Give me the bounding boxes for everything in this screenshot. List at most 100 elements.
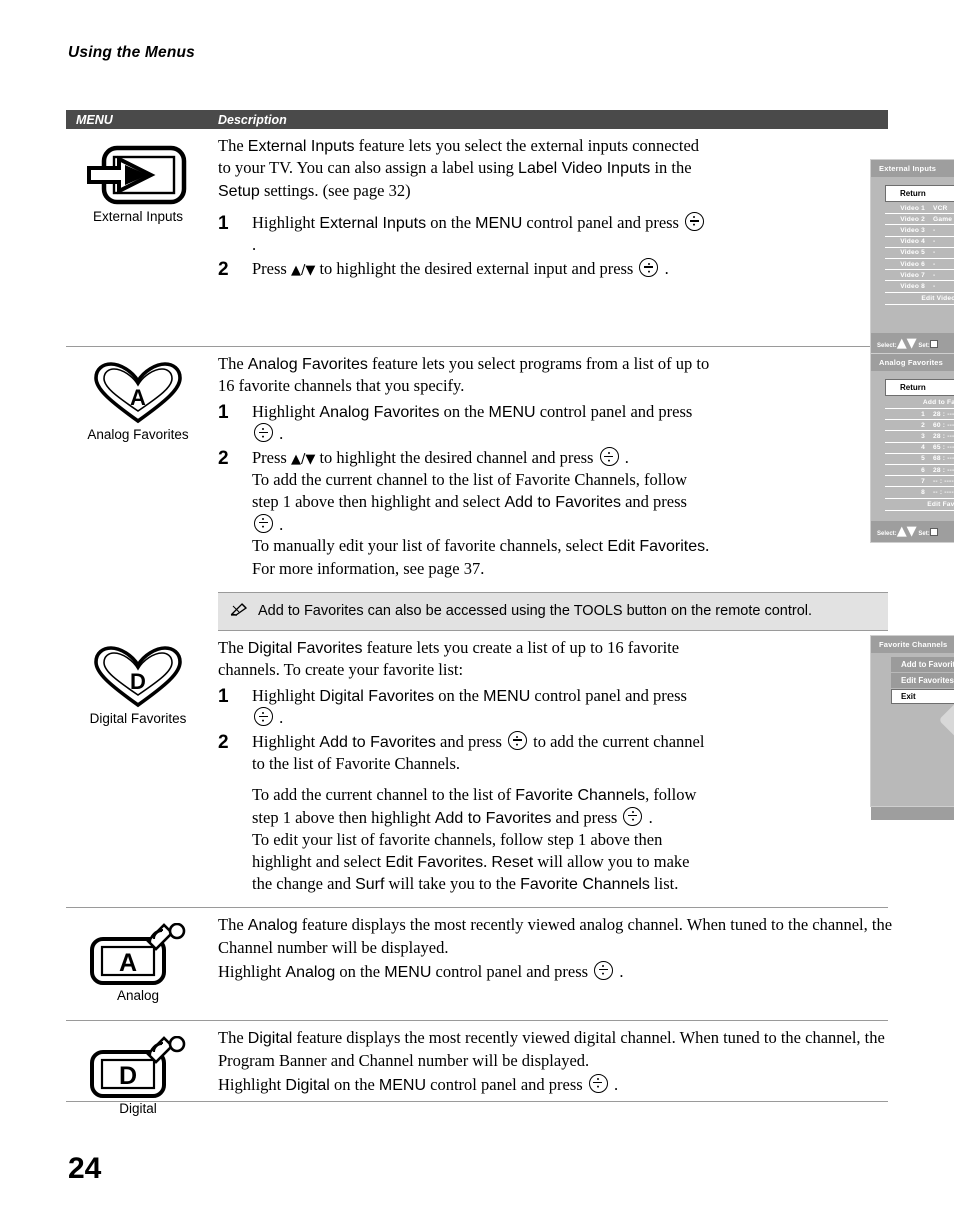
osd-item-value: - (933, 226, 936, 234)
step-list: 1 Highlight Analog Favorites on the MENU… (218, 401, 710, 579)
body-text: . (275, 424, 284, 444)
description-cell: The Digital Favorites feature lets you c… (218, 631, 954, 908)
body-text: Highlight (252, 402, 320, 422)
osd-channel-index: 3 (921, 432, 925, 440)
osd-option-exit[interactable]: Exit (891, 688, 954, 704)
osd-list-item[interactable]: Video 4 - (885, 237, 954, 248)
osd-item-value: Game (933, 215, 953, 223)
osd-add-to-favorites[interactable]: Add to Favorites (885, 397, 954, 409)
osd-set-glyph (929, 339, 938, 348)
menu-caption: Digital Favorites (89, 710, 187, 726)
osd-channel-row[interactable]: 7 -- : ----- (885, 476, 954, 488)
body-text: To manually edit your list of favorite c… (252, 536, 608, 556)
osd-arrow-glyphs: ▲▼ (896, 335, 917, 351)
osd-item-label: Video 4 (900, 238, 925, 246)
step-item: 1 Highlight Analog Favorites on the MENU… (218, 401, 710, 445)
osd-channel-row[interactable]: 6 28 : ----- (885, 465, 954, 477)
body-text: The (218, 637, 248, 657)
osd-channel-row[interactable]: 1 28 : ----- ↑ (885, 409, 954, 421)
osd-channel-row[interactable]: 3 28 : ----- (885, 431, 954, 443)
body-text: feature displays the most recently viewe… (218, 1028, 885, 1070)
osd-item-label: Video 2 (900, 215, 925, 223)
osd-list-item[interactable]: Video 1 VCR (885, 203, 954, 215)
step-item: 1 Highlight Digital Favorites on the MEN… (218, 685, 710, 729)
osd-channel-row[interactable]: 8 -- : ----- ↓ (885, 487, 954, 499)
osd-edit-video-labels[interactable]: Edit Video Labels (885, 293, 954, 305)
intro-paragraph: The Analog Favorites feature lets you se… (218, 353, 710, 397)
osd-list-item[interactable]: Video 7 - (885, 270, 954, 282)
osd-analog-favorites: Analog Favorites Return Add to Favorites… (870, 353, 954, 543)
ui-term: External Inputs (319, 214, 427, 232)
description-cell: The Analog feature displays the most rec… (218, 908, 898, 1020)
osd-arrow-glyphs: ▲▼ (896, 523, 917, 539)
body-text: Press (252, 259, 291, 278)
osd-channel-index: 1 (921, 410, 925, 418)
osd-channel-index: 8 (921, 488, 925, 496)
osd-item-value: - (933, 249, 936, 257)
osd-list-item[interactable]: Video 2 Game (885, 214, 954, 226)
osd-list-item[interactable]: Video 3 - (885, 225, 954, 237)
ui-term: Digital Favorites (319, 687, 435, 705)
intro-paragraph: The Digital feature displays the most re… (218, 1027, 898, 1071)
osd-select-label: Select: (877, 530, 897, 537)
osd-item-value: VCR (933, 204, 948, 212)
enter-button-glyph (254, 423, 273, 443)
osd-set-label: Set: (918, 342, 930, 349)
osd-list-item[interactable]: Video 6 - (885, 259, 954, 271)
body-text: control panel and press (431, 961, 593, 981)
body-text: in the (650, 158, 692, 178)
osd-option-add-to-favorites[interactable]: Add to Favorites (891, 656, 954, 672)
osd-edit-favorites[interactable]: Edit Favorites (885, 499, 954, 511)
osd-title: Favorite Channels (871, 635, 954, 653)
osd-return-item[interactable]: Return (885, 185, 954, 202)
body-text: Highlight (252, 685, 320, 705)
osd-set-glyph (929, 527, 938, 536)
step-item: 2 Press ▲/▼ to highlight the desired cha… (218, 447, 710, 579)
osd-list-item[interactable]: Video 5 - (885, 248, 954, 259)
enter-button-glyph (254, 513, 273, 533)
pencil-note-icon (230, 601, 249, 622)
osd-channel-value: 60 : ----- (933, 421, 954, 429)
table-header-row: MENU Description (66, 110, 888, 129)
ui-term: Edit Favorites (607, 538, 706, 556)
ui-term: Analog (247, 917, 298, 935)
osd-item-label: Video 7 (900, 271, 925, 279)
body-text: will take you to the (384, 874, 521, 894)
ui-term: Reset (491, 853, 534, 871)
osd-channel-row[interactable]: 2 60 : ----- (885, 420, 954, 432)
step-number: 2 (218, 732, 229, 754)
osd-set-label: Set: (918, 530, 930, 537)
osd-channel-value: 68 : ----- (933, 455, 954, 463)
ui-term: Surf (355, 876, 385, 894)
osd-return-item[interactable]: Return (885, 379, 954, 396)
body-text: on the (335, 961, 385, 981)
osd-list-item[interactable]: Video 8 - (885, 281, 954, 293)
body-text: Press (252, 448, 291, 468)
ui-term: Label Video Inputs (518, 160, 651, 178)
osd-item-label: Video 8 (900, 282, 925, 290)
body-text: and press (435, 732, 506, 752)
up-down-arrow-glyphs: ▲/▼ (290, 263, 316, 278)
digital-favorites-heart-icon: D (68, 645, 208, 709)
intro-paragraph: The Analog feature displays the most rec… (218, 914, 898, 958)
svg-text:D: D (130, 669, 146, 694)
osd-option-edit-favorites[interactable]: Edit Favorites (891, 672, 954, 688)
step-text: Press ▲/▼ to highlight the desired chann… (252, 447, 710, 579)
bottom-rule (66, 1101, 888, 1102)
osd-channel-row[interactable]: 4 65 : ----- (885, 443, 954, 454)
body-text: . (615, 961, 624, 981)
description-cell: The External Inputs feature lets you sel… (218, 129, 954, 355)
step-number: 2 (218, 259, 229, 280)
body-text: control panel and press (426, 1074, 587, 1094)
svg-text:D: D (119, 1062, 137, 1090)
osd-favorite-channels: Favorite Channels Add to Favorites Edit … (870, 634, 954, 820)
enter-button-glyph (623, 806, 643, 826)
body-text: control panel and press (535, 402, 693, 422)
step-item: 2 Highlight Add to Favorites and press t… (218, 731, 710, 895)
ui-term: MENU (483, 687, 531, 705)
table-header-menu: MENU (76, 112, 113, 127)
enter-button-glyph (588, 1073, 608, 1093)
body-text: and press (620, 492, 687, 512)
ui-term: Add to Favorites (434, 809, 552, 827)
osd-channel-row[interactable]: 5 68 : ----- (885, 454, 954, 465)
